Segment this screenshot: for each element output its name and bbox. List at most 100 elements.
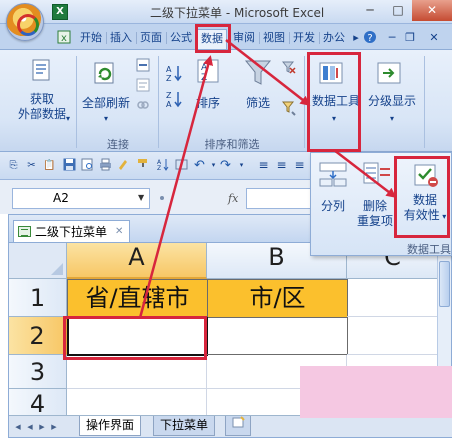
- cell-a1[interactable]: 省/直辖市: [67, 279, 208, 318]
- sort-icon: AZ: [196, 58, 222, 87]
- cell-b1[interactable]: 市/区: [207, 279, 348, 318]
- close-window-button[interactable]: ✕: [412, 0, 452, 21]
- group-separator: [158, 56, 159, 148]
- redo-dropdown-icon[interactable]: ▾: [234, 158, 249, 173]
- tab-page-layout[interactable]: 页面: [136, 29, 164, 49]
- svg-text:Z: Z: [166, 74, 172, 82]
- splitter-dot-icon[interactable]: [160, 196, 164, 200]
- svg-text:Z: Z: [201, 73, 207, 83]
- data-tools-icon: [318, 60, 344, 89]
- minimize-ribbon-icon[interactable]: ─: [384, 30, 400, 46]
- scroll-thumb[interactable]: [439, 261, 450, 307]
- data-tools-group-label: 数据工具: [407, 243, 451, 256]
- refresh-all-button[interactable]: 全部刷新 ▾: [78, 96, 134, 126]
- tab-office[interactable]: 办公: [319, 29, 347, 49]
- tab-formulas[interactable]: 公式: [166, 29, 194, 49]
- align-center-icon[interactable]: ≡: [274, 158, 289, 173]
- excel-quick-icon[interactable]: x: [56, 30, 72, 46]
- decorative-pink-patch: [300, 366, 452, 418]
- cell-b2[interactable]: [207, 317, 348, 355]
- cell-a2[interactable]: [67, 317, 208, 356]
- svg-text:?: ?: [367, 33, 372, 44]
- svg-text:Z: Z: [166, 91, 172, 100]
- workbook-icon: [18, 226, 31, 237]
- row-header-4[interactable]: 4: [9, 389, 67, 418]
- zoom-icon[interactable]: [174, 158, 189, 173]
- sheet-tab-dropdown[interactable]: 下拉菜单: [153, 416, 216, 436]
- connections-icon[interactable]: [136, 58, 150, 75]
- redo-icon[interactable]: ↷: [218, 158, 233, 173]
- data-tools-button[interactable]: 数据工具: [306, 94, 366, 109]
- svg-text:Z: Z: [157, 165, 161, 171]
- minimize-window-button[interactable]: ─: [356, 0, 384, 21]
- group-separator: [76, 56, 77, 148]
- align-right-icon[interactable]: ≡: [292, 158, 307, 173]
- name-box-dropdown-icon[interactable]: ▼: [138, 193, 144, 202]
- align-left-icon[interactable]: ≡: [256, 158, 271, 173]
- window-title: 二级下拉菜单 - Microsoft Excel: [150, 6, 325, 20]
- maximize-window-button[interactable]: □: [384, 0, 412, 21]
- sort-az-small-icon[interactable]: AZ: [156, 158, 171, 173]
- svg-text:x: x: [61, 33, 67, 44]
- name-box[interactable]: A2: [12, 188, 150, 209]
- last-sheet-icon[interactable]: ▶: [47, 420, 61, 434]
- title-bar: X 二级下拉菜单 - Microsoft Excel ─ □ ✕: [0, 0, 452, 24]
- sheet-tab-operation[interactable]: 操作界面: [79, 416, 142, 436]
- undo-icon[interactable]: ↶: [192, 158, 207, 173]
- sort-ascending-icon[interactable]: AZ: [166, 64, 182, 85]
- outline-button[interactable]: 分级显示: [362, 94, 422, 109]
- cut-icon[interactable]: ✂: [24, 158, 39, 173]
- copy-format-icon[interactable]: ⎘: [6, 158, 21, 173]
- row-header-3[interactable]: 3: [9, 355, 67, 389]
- tab-view[interactable]: 视图: [259, 29, 287, 49]
- refresh-all-icon: [92, 60, 118, 89]
- office-button[interactable]: [6, 3, 44, 41]
- edit-links-icon[interactable]: [136, 98, 150, 115]
- data-tools-popup: 分列 删除 重复项 数据 有效性 ▾ 数据工具: [310, 152, 452, 256]
- cell-c1[interactable]: [347, 279, 439, 317]
- sort-filter-group-label: 排序和筛选: [204, 138, 260, 151]
- print-preview-icon[interactable]: [80, 158, 95, 173]
- clear-filter-icon[interactable]: [281, 60, 296, 77]
- tab-insert[interactable]: 插入: [106, 29, 134, 49]
- sort-descending-icon[interactable]: ZA: [166, 90, 182, 111]
- outline-icon: [376, 60, 402, 89]
- cell-a4[interactable]: [67, 389, 207, 417]
- data-validation-icon: [413, 163, 441, 192]
- sort-button[interactable]: 排序: [188, 96, 228, 111]
- chevron-down-icon: ▾: [103, 114, 108, 123]
- chevron-down-icon: ▾: [66, 114, 71, 123]
- filter-button[interactable]: 筛选: [238, 96, 278, 111]
- tab-review[interactable]: 审阅: [229, 29, 257, 49]
- remove-duplicates-button[interactable]: 删除 重复项: [351, 199, 399, 229]
- print-icon[interactable]: [98, 158, 113, 173]
- tab-developer[interactable]: 开发: [289, 29, 317, 49]
- close-workbook-icon[interactable]: ✕: [426, 30, 442, 46]
- select-all-corner[interactable]: [9, 243, 67, 279]
- cell-c2[interactable]: [347, 317, 439, 355]
- insert-sheet-icon[interactable]: [225, 416, 251, 436]
- text-to-columns-button[interactable]: 分列: [311, 199, 355, 214]
- advanced-filter-icon[interactable]: [281, 100, 298, 119]
- properties-icon[interactable]: [136, 78, 150, 95]
- help-icon[interactable]: ?: [362, 30, 378, 46]
- group-separator: [304, 56, 305, 148]
- insert-function-icon[interactable]: fx: [228, 192, 238, 205]
- data-validation-button[interactable]: 数据 有效性 ▾: [399, 193, 451, 224]
- tab-home[interactable]: 开始: [78, 29, 104, 49]
- column-header-a[interactable]: A: [67, 243, 207, 279]
- row-header-2[interactable]: 2: [9, 317, 67, 355]
- workbook-tab[interactable]: 二级下拉菜单 ✕: [13, 220, 131, 242]
- cell-a3[interactable]: [67, 355, 207, 389]
- row-header-1[interactable]: 1: [9, 279, 67, 317]
- paste-icon[interactable]: 📋: [42, 158, 57, 173]
- format-painter-icon[interactable]: [136, 158, 151, 173]
- group-separator: [424, 56, 425, 148]
- close-icon[interactable]: ✕: [115, 222, 123, 242]
- restore-icon[interactable]: ❐: [402, 30, 418, 46]
- text-to-columns-icon: [319, 161, 347, 190]
- spelling-icon[interactable]: [116, 158, 131, 173]
- save-icon[interactable]: [62, 158, 77, 173]
- excel-app-icon: X: [52, 4, 68, 20]
- tab-data[interactable]: 数据: [197, 29, 227, 49]
